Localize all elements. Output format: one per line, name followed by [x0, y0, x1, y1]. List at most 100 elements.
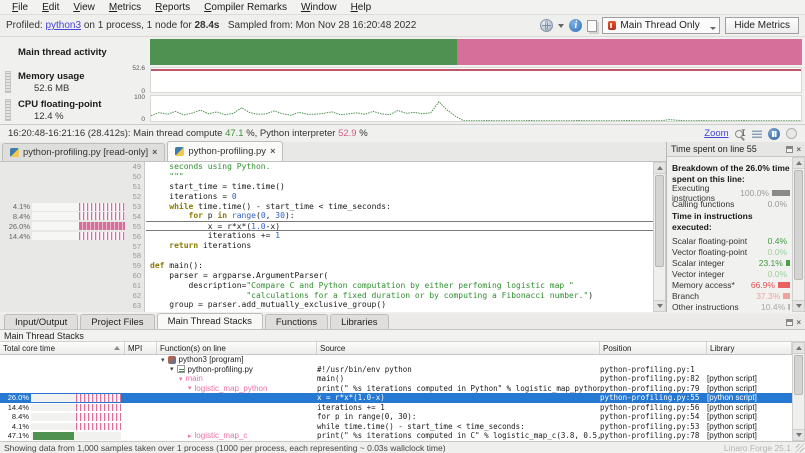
sparkline-fill — [78, 202, 125, 211]
code-line[interactable]: parser = argparse.ArgumentParser( — [146, 271, 653, 281]
main-thread-activity-chart[interactable] — [150, 39, 802, 65]
source-cell: iterations += 1 — [317, 402, 385, 412]
thread-selector[interactable]: Main Thread Only — [602, 17, 721, 34]
stack-table-row[interactable]: ▾ main main() python-profiling.py:82 [python… — [0, 374, 792, 384]
function-name: logistic_map_python — [194, 383, 268, 393]
program-link[interactable]: python3 — [45, 20, 81, 31]
function-cell: ▸ logistic_map_c — [157, 431, 317, 440]
close-panel-icon[interactable]: × — [796, 145, 801, 153]
code-line[interactable]: """ — [146, 172, 653, 182]
line-panel-title: Time spent on line 55 — [671, 144, 757, 154]
tree-expand-icon[interactable]: ▾ — [170, 365, 174, 373]
stacks-scroll-thumb[interactable] — [794, 355, 803, 395]
detach-bottom-panel-icon[interactable] — [786, 319, 794, 326]
editor-scroll-down-icon[interactable] — [654, 300, 665, 311]
bottom-tab-project-files[interactable]: Project Files — [80, 314, 155, 329]
code-line[interactable]: iterations = 0 — [146, 192, 653, 202]
menu-item-view[interactable]: View — [67, 1, 101, 14]
editor-tab[interactable]: python-profiling.py [read-only] × — [2, 143, 166, 161]
stack-table-row[interactable]: 14.4% iterations += 1 python-profiling.py:… — [0, 403, 792, 413]
editor-scroll-thumb[interactable] — [655, 175, 664, 267]
code-line[interactable]: "calculations for a fixed duration or by… — [146, 291, 653, 301]
stack-table-row[interactable]: 26.0% x = r*x*(1.0-x) python-profiling.py:… — [0, 393, 792, 403]
metric-lines-icon[interactable] — [752, 129, 762, 138]
column-header-position[interactable]: Position — [600, 342, 707, 354]
bottom-tab-input-output[interactable]: Input/Output — [4, 314, 79, 329]
resize-grip[interactable] — [796, 444, 804, 452]
editor-scroll-up-icon[interactable] — [654, 163, 665, 174]
cpu-floating-point-chart[interactable] — [150, 95, 802, 122]
memory-row-grip[interactable] — [5, 71, 11, 93]
panel-scroll-thumb[interactable] — [794, 170, 803, 280]
panel-scroll-up-icon[interactable] — [793, 158, 804, 169]
code-line[interactable]: description="Compare C and Python comput… — [146, 281, 653, 291]
hide-metrics-button[interactable]: Hide Metrics — [725, 17, 799, 34]
info-icon[interactable]: i — [569, 19, 583, 32]
stack-table-row[interactable]: ▾ python-profiling.py #!/usr/bin/env pytho… — [0, 365, 792, 375]
pause-icon[interactable] — [768, 127, 780, 140]
stack-table-row[interactable]: 8.4% for p in range(0, 30): python-profili… — [0, 412, 792, 422]
tree-expand-icon[interactable]: ▸ — [188, 432, 192, 440]
stack-table-row[interactable]: 47.1% ▸ logistic_map_c print(" %s iteration… — [0, 431, 792, 441]
menu-item-window[interactable]: Window — [295, 1, 343, 14]
detach-panel-icon[interactable] — [786, 145, 794, 153]
column-header-function-s-on-line[interactable]: Function(s) on line — [157, 342, 317, 354]
tree-expand-icon[interactable]: ▾ — [161, 356, 165, 364]
menu-item-reports[interactable]: Reports — [149, 1, 196, 14]
code-line[interactable] — [146, 251, 653, 261]
panel-scroll-down-icon[interactable] — [793, 300, 804, 311]
globe-dropdown-caret-icon[interactable] — [558, 23, 565, 28]
close-tab-icon[interactable]: × — [270, 147, 275, 156]
stacks-scrollbar[interactable] — [792, 342, 805, 441]
line-panel-scrollbar[interactable] — [792, 157, 805, 312]
code-line[interactable]: group = parser.add_mutually_exclusive_gr… — [146, 300, 653, 310]
editor-tab[interactable]: python-profiling.py × — [167, 141, 284, 161]
column-header-source[interactable]: Source — [317, 342, 600, 354]
code-line[interactable]: iterations += 1 — [146, 231, 653, 241]
menu-item-file[interactable]: File — [6, 1, 34, 14]
code-line[interactable]: for p in range(0, 30): — [146, 211, 653, 221]
source-cell: #!/usr/bin/env python — [317, 364, 412, 374]
code-line[interactable]: seconds using Python. — [146, 162, 653, 172]
gutter-row: 49 — [0, 162, 144, 172]
globe-icon[interactable] — [540, 19, 554, 32]
code-line[interactable]: def main(): — [146, 261, 653, 271]
timeline-status: 16:20:48-16:21:16 (28.412s): Main thread… — [0, 124, 805, 142]
tree-expand-icon[interactable]: ▾ — [179, 375, 183, 383]
tree-expand-icon[interactable]: ▾ — [188, 384, 192, 392]
column-header-mpi[interactable]: MPI — [125, 342, 157, 354]
menu-item-compiler-remarks[interactable]: Compiler Remarks — [198, 1, 293, 14]
total-core-time-cell: 4.1% — [0, 422, 125, 432]
editor-scrollbar[interactable] — [653, 162, 666, 312]
sparkline-fill — [76, 394, 121, 402]
cpu-row-grip[interactable] — [5, 99, 11, 121]
bottom-tab-functions[interactable]: Functions — [264, 314, 329, 329]
menu-item-metrics[interactable]: Metrics — [103, 1, 147, 14]
stack-table-row[interactable]: 4.1% while time.time() - start_time < tim… — [0, 422, 792, 432]
select-zoom-icon[interactable]: I — [734, 129, 746, 139]
code-line[interactable]: x = r*x*(1.0-x) — [146, 221, 653, 231]
code-area[interactable]: seconds using Python. """ start_time = t… — [146, 162, 653, 312]
bottom-tab-libraries[interactable]: Libraries — [330, 314, 389, 329]
code-line[interactable]: start_time = time.time() — [146, 182, 653, 192]
stacks-scroll-down-icon[interactable] — [793, 429, 804, 440]
column-header-library[interactable]: Library — [707, 342, 792, 354]
column-header-total-core-time[interactable]: Total core time — [0, 342, 125, 354]
bottom-tab-main-thread-stacks[interactable]: Main Thread Stacks — [156, 313, 263, 329]
menu-item-help[interactable]: Help — [345, 1, 378, 14]
code-line[interactable]: return iterations — [146, 241, 653, 251]
close-bottom-panel-icon[interactable]: × — [796, 319, 801, 327]
thread-selector-caret-icon — [710, 27, 717, 30]
code-line[interactable]: while time.time() - start_time < time_se… — [146, 202, 653, 212]
stacks-scroll-up-icon[interactable] — [793, 343, 804, 354]
close-tab-icon[interactable]: × — [152, 148, 157, 157]
reset-icon[interactable] — [786, 128, 797, 139]
stack-table-row[interactable]: ▾ logistic_map_python print(" %s iteration… — [0, 384, 792, 394]
menu-item-edit[interactable]: Edit — [36, 1, 65, 14]
stack-table-row[interactable]: ▾ python3 [program] — [0, 355, 792, 365]
copy-icon[interactable] — [587, 19, 598, 32]
breakdown-label: Vector integer — [672, 269, 725, 279]
stacks-table-header[interactable]: Total core time MPI Function(s) on line Sou… — [0, 342, 792, 355]
memory-usage-chart[interactable] — [150, 67, 802, 93]
zoom-link[interactable]: Zoom — [704, 128, 728, 139]
